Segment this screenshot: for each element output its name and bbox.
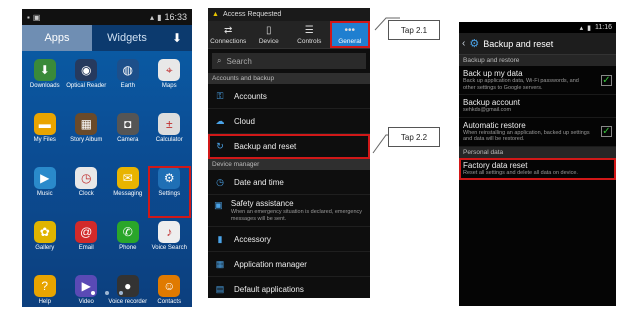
callout-tap-2-1: Tap 2.1	[388, 20, 440, 40]
callout-tap-2-2: Tap 2.2	[388, 127, 440, 147]
callout-leader-lines	[372, 17, 400, 154]
